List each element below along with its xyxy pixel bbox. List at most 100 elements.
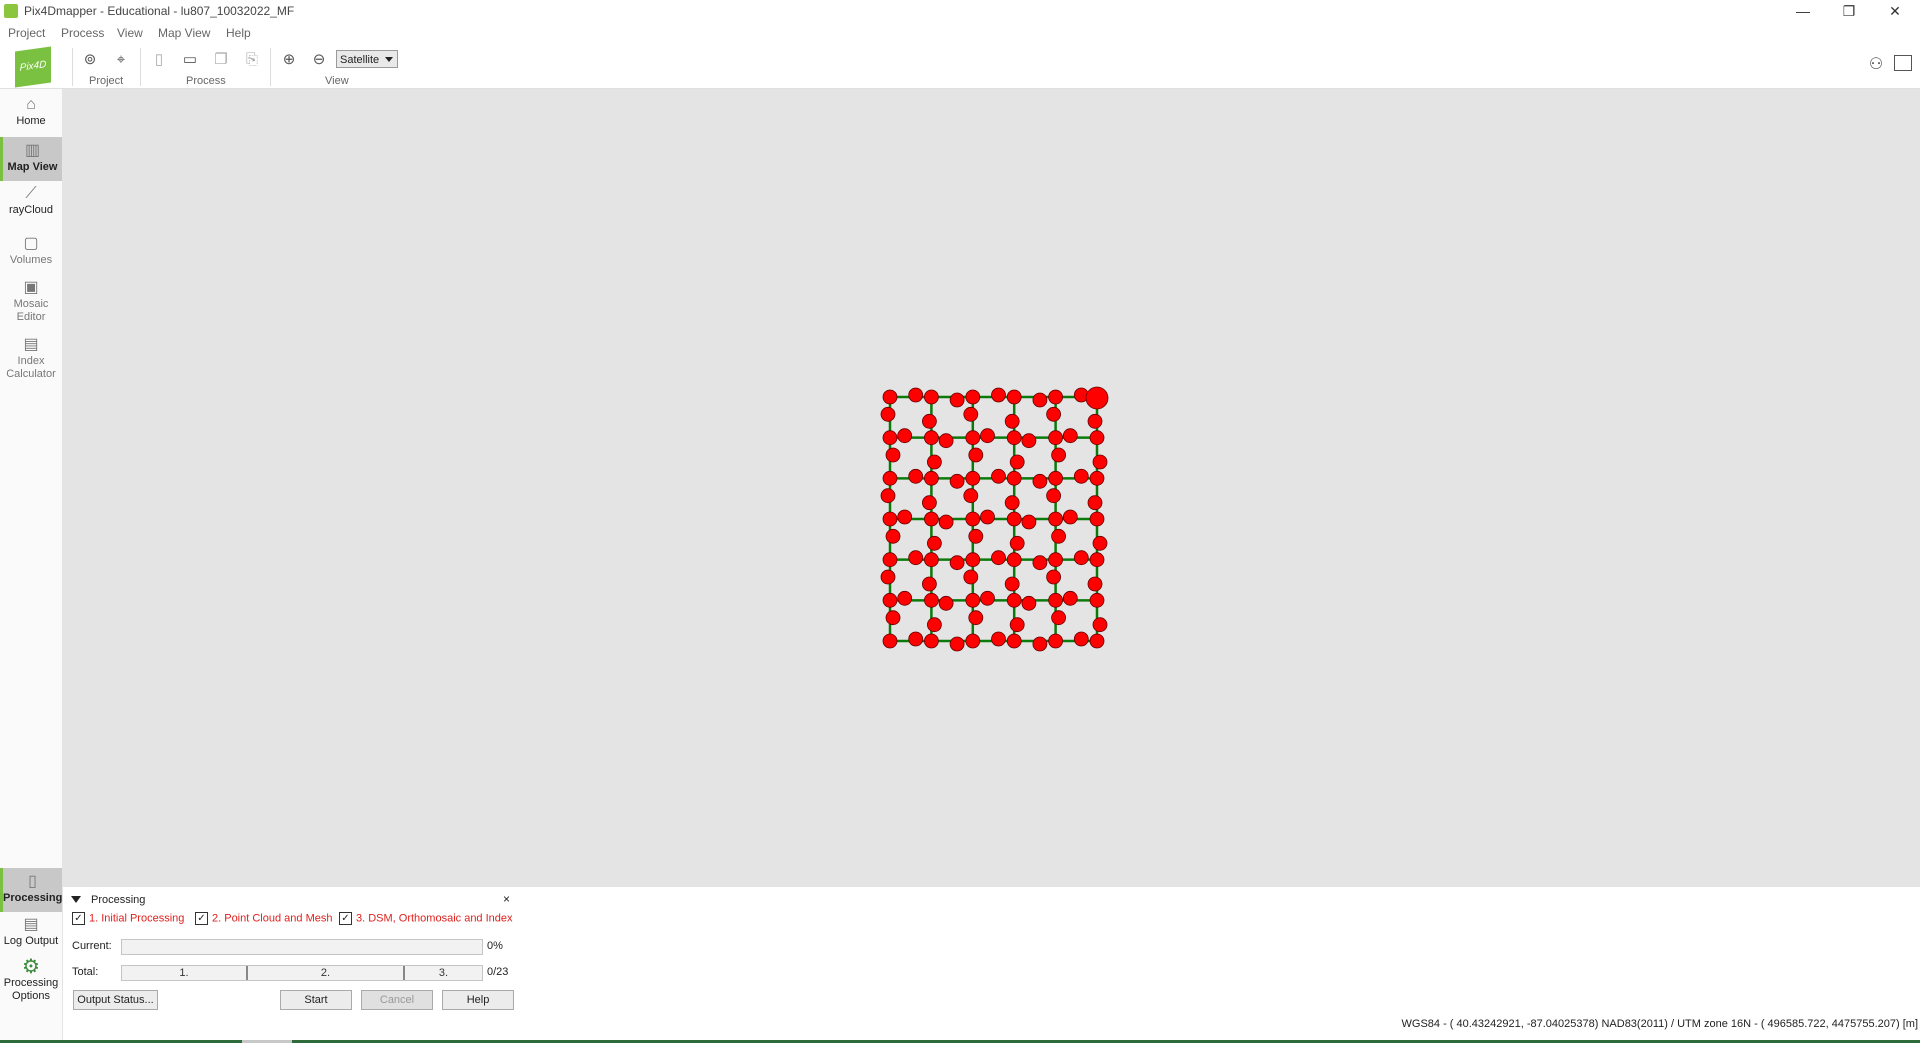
camera-position[interactable] [1062, 428, 1078, 444]
camera-position[interactable] [1046, 406, 1061, 422]
camera-position[interactable] [1021, 433, 1037, 449]
camera-position[interactable] [908, 468, 924, 484]
camera-position[interactable] [1021, 595, 1037, 611]
camera-position[interactable] [1046, 569, 1061, 585]
sidebar-item-processing-options[interactable]: ⚙ Processing Options [0, 957, 62, 1003]
sidebar-item-mosaic-editor[interactable]: ▣ Mosaic Editor [0, 278, 62, 324]
camera-position[interactable] [1062, 509, 1078, 525]
camera-position[interactable] [1051, 447, 1066, 463]
sidebar-item-processing[interactable]: ▯ Processing [0, 868, 62, 912]
start-button[interactable]: Start [280, 990, 352, 1010]
sidebar-item-volumes[interactable]: ▢ Volumes [0, 234, 62, 274]
camera-position[interactable] [922, 495, 937, 511]
camera-position[interactable] [1051, 610, 1066, 626]
zoom-out-icon[interactable]: ⊖ [309, 50, 329, 70]
camera-position[interactable] [924, 470, 939, 486]
camera-position[interactable] [882, 511, 898, 527]
help-button[interactable]: Help [442, 990, 514, 1010]
camera-position[interactable] [1048, 511, 1063, 527]
export-icon[interactable]: ⎘ [242, 50, 262, 70]
camera-position[interactable] [1051, 528, 1066, 544]
flight-plan-canvas[interactable] [63, 89, 1920, 886]
camera-position[interactable] [965, 470, 981, 486]
camera-position[interactable] [897, 590, 913, 606]
camera-position[interactable] [1032, 555, 1048, 571]
camera-position[interactable] [1087, 413, 1103, 429]
camera-position[interactable] [949, 636, 965, 652]
output-status-button[interactable]: Output Status... [73, 990, 158, 1010]
maximize-button[interactable]: ❐ [1826, 0, 1872, 22]
camera-position[interactable] [908, 550, 924, 566]
camera-position[interactable] [1009, 454, 1025, 470]
camera-position[interactable] [897, 428, 913, 444]
camera-position[interactable] [1006, 511, 1022, 527]
user-account-icon[interactable]: ⚇ [1865, 54, 1887, 76]
camera-position[interactable] [991, 387, 1006, 403]
camera-position[interactable] [885, 447, 901, 463]
camera-position[interactable] [927, 535, 942, 551]
menu-project[interactable]: Project [8, 26, 45, 40]
camera-position[interactable] [1004, 576, 1020, 592]
camera-position[interactable] [924, 592, 939, 608]
camera-position[interactable] [965, 552, 981, 568]
camera-position[interactable] [897, 509, 913, 525]
camera-position[interactable] [991, 631, 1006, 647]
menu-view[interactable]: View [117, 26, 143, 40]
camera-position[interactable] [1089, 430, 1105, 446]
camera-position[interactable] [882, 633, 898, 649]
camera-position[interactable] [1006, 592, 1022, 608]
camera-position[interactable] [1046, 488, 1061, 504]
camera-position[interactable] [1004, 413, 1020, 429]
camera-position[interactable] [880, 569, 896, 585]
camera-position[interactable] [1021, 514, 1037, 530]
camera-position[interactable] [1006, 389, 1022, 405]
camera-position[interactable] [1032, 636, 1048, 652]
camera-position[interactable] [924, 511, 939, 527]
camera-position[interactable] [1073, 631, 1089, 647]
camera-position[interactable] [1062, 590, 1078, 606]
camera-position[interactable] [1073, 550, 1089, 566]
basemap-select[interactable]: Satellite [336, 50, 398, 68]
camera-position[interactable] [880, 488, 896, 504]
camera-position[interactable] [963, 488, 979, 504]
sidebar-item-log-output[interactable]: ▤ Log Output [0, 915, 62, 948]
camera-position[interactable] [949, 555, 965, 571]
camera-position[interactable] [927, 617, 942, 633]
camera-position[interactable] [1048, 633, 1063, 649]
camera-position[interactable] [980, 428, 995, 444]
camera-position[interactable] [968, 610, 984, 626]
camera-position[interactable] [882, 592, 898, 608]
camera-position[interactable] [1048, 389, 1063, 405]
camera-position[interactable] [980, 590, 995, 606]
menu-map-view[interactable]: Map View [158, 26, 210, 40]
sidebar-item-index-calculator[interactable]: ▤ Index Calculator [0, 335, 62, 381]
camera-position[interactable] [880, 406, 896, 422]
step-3-checkbox[interactable]: ✓ 3. DSM, Orthomosaic and Index [339, 912, 513, 925]
camera-position[interactable] [924, 430, 939, 446]
camera-position[interactable] [1009, 617, 1025, 633]
camera-position[interactable] [1089, 511, 1105, 527]
camera-position[interactable] [1092, 535, 1108, 551]
camera-position[interactable] [885, 528, 901, 544]
camera-position[interactable] [991, 550, 1006, 566]
map-view[interactable] [63, 89, 1920, 886]
zoom-in-icon[interactable]: ⊕ [279, 50, 299, 70]
camera-position[interactable] [968, 447, 984, 463]
camera-position[interactable] [885, 610, 901, 626]
camera-position[interactable] [1087, 576, 1103, 592]
camera-position[interactable] [924, 389, 939, 405]
open-folder-icon[interactable]: ▭ [180, 50, 200, 70]
step-1-checkbox[interactable]: ✓ 1. Initial Processing [72, 912, 184, 925]
camera-position[interactable] [908, 387, 924, 403]
camera-position[interactable] [1004, 495, 1020, 511]
camera-position[interactable] [922, 576, 937, 592]
camera-position[interactable] [938, 433, 954, 449]
camera-position[interactable] [1092, 454, 1108, 470]
camera-position[interactable] [1006, 633, 1022, 649]
camera-position[interactable] [965, 389, 981, 405]
close-button[interactable]: ✕ [1872, 0, 1918, 22]
camera-position[interactable] [938, 595, 954, 611]
sidebar-item-raycloud[interactable]: ⟋ rayCloud [0, 184, 62, 224]
sidebar-item-map-view[interactable]: ▥ Map View [0, 137, 62, 181]
camera-position[interactable] [924, 552, 939, 568]
